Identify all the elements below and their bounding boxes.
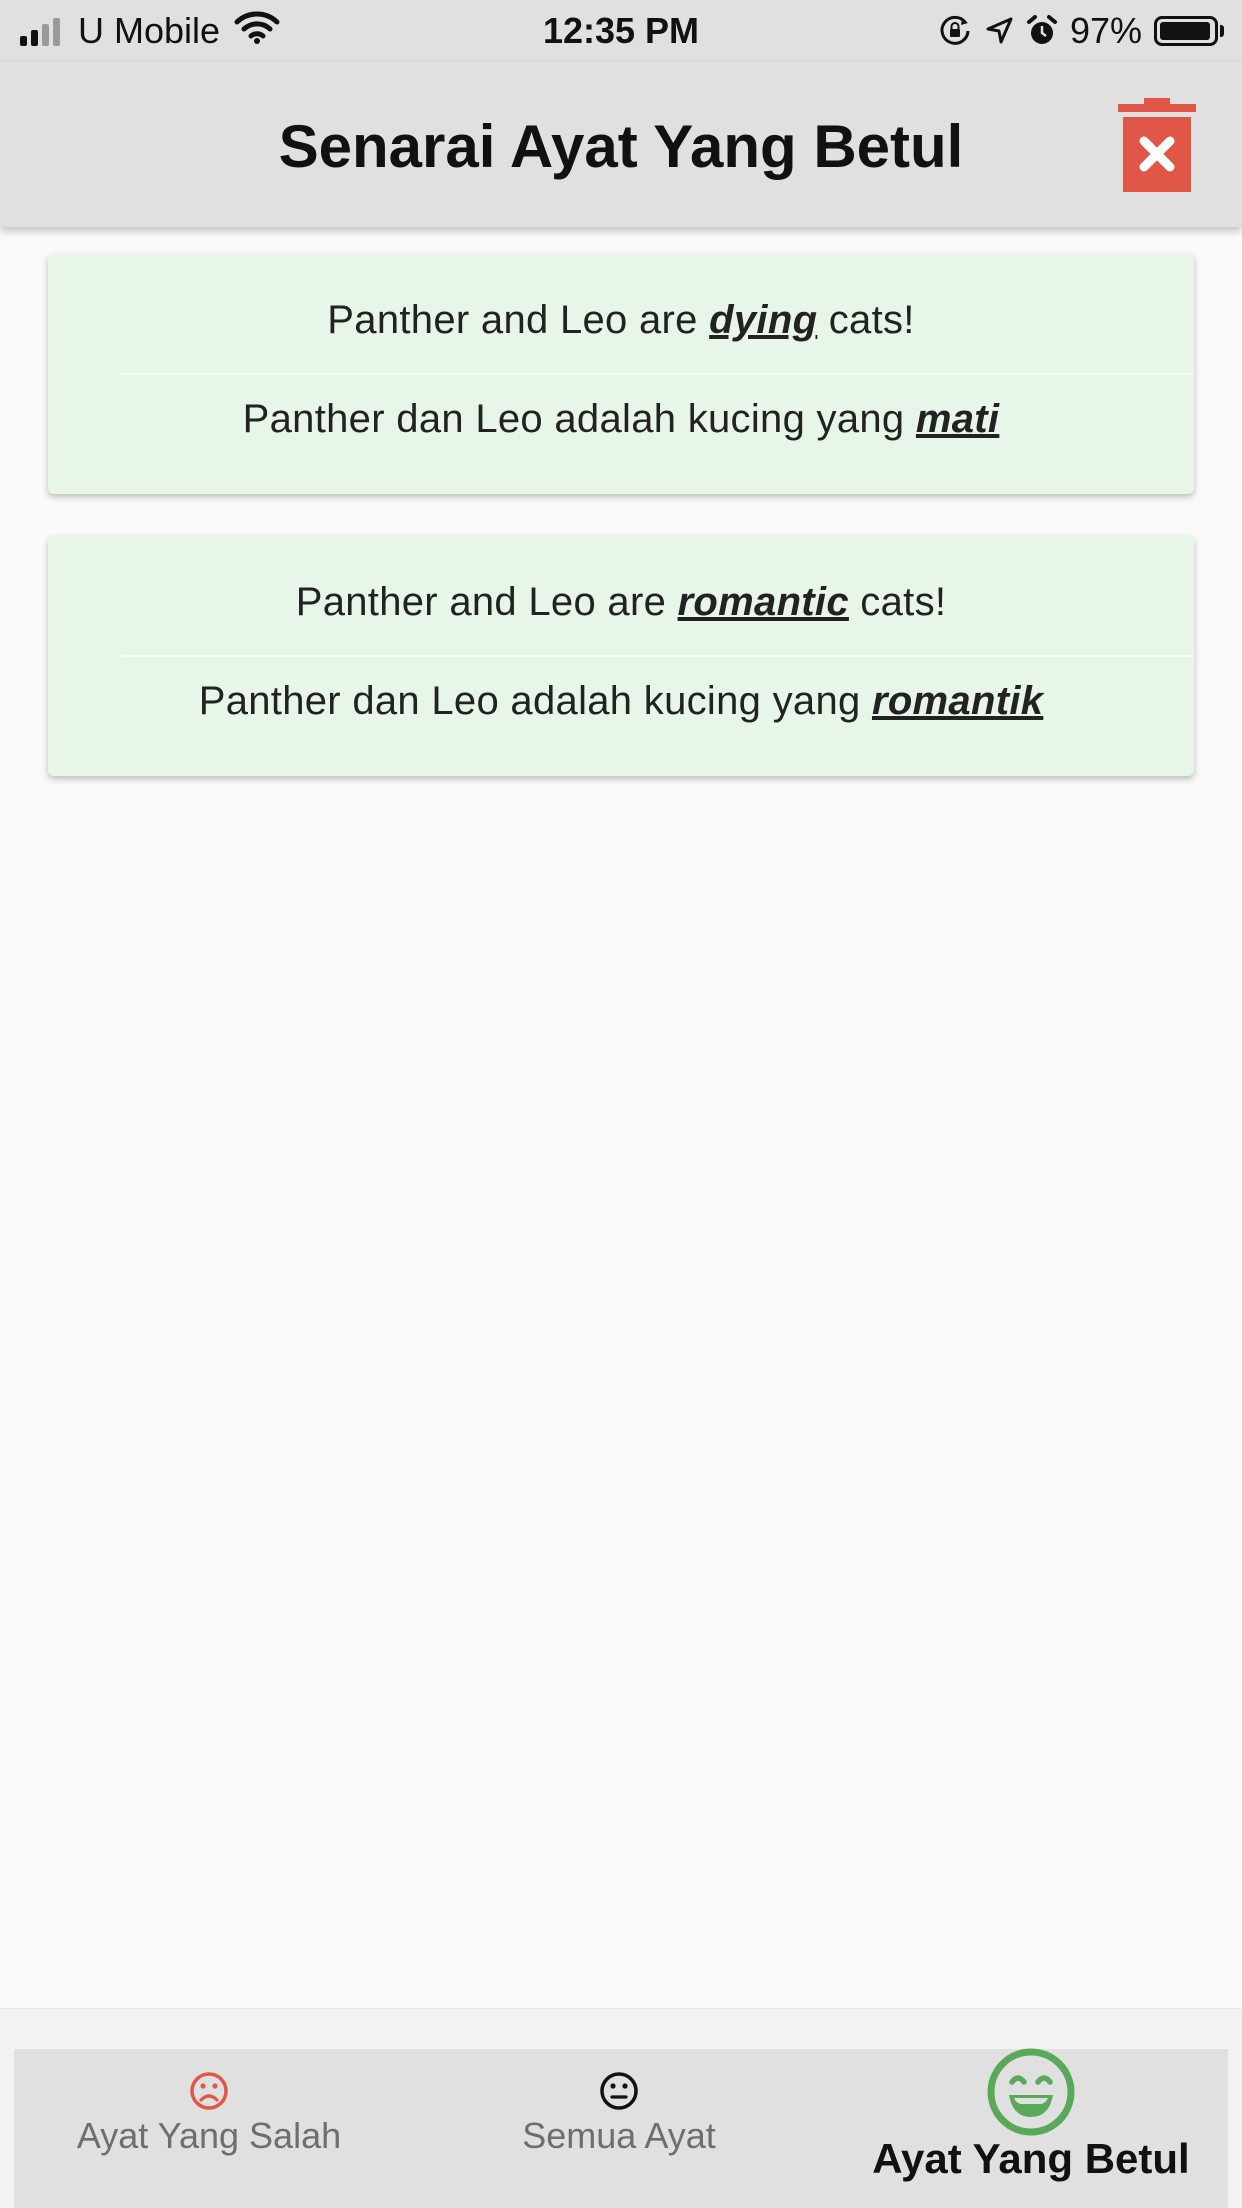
alarm-icon (1026, 14, 1058, 48)
sentence-list: Panther and Leo are dying cats! Panther … (0, 254, 1242, 818)
english-highlight-word: dying (709, 298, 818, 342)
english-highlight-word: romantic (677, 580, 849, 624)
battery-icon (1154, 16, 1224, 46)
sentence-card[interactable]: Panther and Leo are dying cats! Panther … (48, 254, 1194, 494)
english-text: Panther and Leo are (327, 298, 710, 342)
status-bar-right: 97% (926, 10, 1224, 52)
english-text: Panther and Leo are (295, 580, 678, 624)
tab-label: Ayat Yang Betul (872, 2135, 1190, 2182)
sentence-card[interactable]: Panther and Leo are romantic cats! Panth… (48, 536, 1194, 776)
tab-ayat-yang-salah[interactable]: Ayat Yang Salah (14, 2049, 404, 2208)
battery-fill (1160, 22, 1211, 40)
english-text-suffix: cats! (817, 298, 915, 342)
battery-percent: 97% (1069, 10, 1142, 51)
bottom-navigation: Ayat Yang Salah Semua Ayat Ayat Yang Bet… (0, 2008, 1242, 2208)
malay-text: Panther dan Leo adalah kucing yang (242, 397, 916, 441)
neutral-face-icon (600, 2072, 638, 2110)
bottom-navigation-bar: Ayat Yang Salah Semua Ayat Ayat Yang Bet… (14, 2048, 1228, 2208)
malay-text: Panther dan Leo adalah kucing yang (198, 679, 872, 723)
malay-sentence: Panther dan Leo adalah kucing yang mati (48, 397, 1194, 442)
delete-icon (1118, 98, 1196, 192)
tab-label: Ayat Yang Salah (76, 2115, 342, 2156)
page-title: Senarai Ayat Yang Betul (278, 113, 964, 180)
malay-highlight-word: romantik (871, 679, 1044, 723)
english-sentence: Panther and Leo are romantic cats! (48, 580, 1194, 625)
malay-highlight-word: mati (915, 397, 1000, 441)
status-bar: U Mobile 12:35 PM 97% (0, 0, 1242, 62)
tab-label: Semua Ayat (522, 2115, 716, 2156)
card-divider (122, 655, 1194, 657)
app-bar: Senarai Ayat Yang Betul (0, 62, 1242, 227)
card-divider (122, 373, 1194, 375)
english-text-suffix: cats! (848, 580, 947, 624)
tab-semua-ayat[interactable]: Semua Ayat (424, 2049, 814, 2208)
sad-face-icon (190, 2072, 228, 2110)
tab-ayat-yang-betul[interactable]: Ayat Yang Betul (834, 2048, 1228, 2208)
happy-face-icon (987, 2048, 1075, 2136)
english-sentence: Panther and Leo are dying cats! (48, 298, 1194, 343)
malay-sentence: Panther dan Leo adalah kucing yang roman… (48, 679, 1194, 724)
location-icon (984, 16, 1014, 46)
delete-all-button[interactable] (1118, 96, 1196, 192)
orientation-lock-icon (938, 14, 972, 48)
